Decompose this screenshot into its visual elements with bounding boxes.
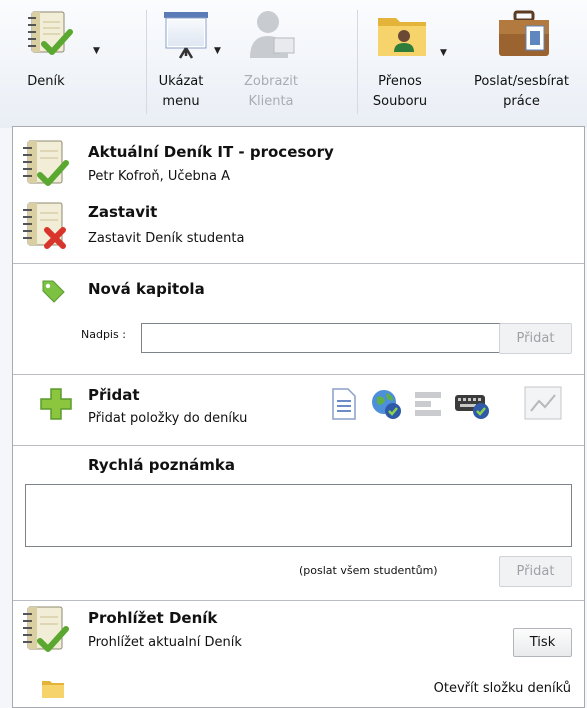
file-transfer-label-1: Přenos: [378, 74, 422, 89]
show-client-label-1: Zobrazit: [244, 74, 298, 89]
quick-note-textarea[interactable]: [25, 484, 572, 547]
add-items-section: Přidat Přidat položky do deníku: [13, 375, 584, 443]
print-button[interactable]: Tisk: [513, 628, 572, 657]
chevron-down-icon[interactable]: ▼: [214, 46, 221, 56]
add-items-title: Přidat: [88, 386, 140, 404]
chevron-down-icon[interactable]: ▼: [93, 46, 100, 56]
add-plus-icon[interactable]: [39, 387, 73, 421]
new-chapter-title: Nová kapitola: [88, 280, 205, 298]
chapter-heading-input[interactable]: [141, 323, 502, 353]
show-client-ribbon-button[interactable]: Zobrazit Klienta: [230, 6, 310, 124]
show-menu-ribbon-button[interactable]: ▼ Ukázat menu: [150, 6, 226, 124]
globe-check-icon[interactable]: [369, 387, 403, 421]
show-menu-label-2: menu: [162, 94, 200, 109]
new-chapter-section: Nová kapitola Nadpis : Přidat: [13, 264, 584, 374]
stop-journal-item[interactable]: Zastavit Zastavit Deník studenta: [13, 197, 584, 259]
projector-screen-icon: [164, 12, 208, 59]
file-transfer-ribbon-button[interactable]: ▼ Přenos Souboru: [362, 6, 454, 124]
show-client-label-2: Klienta: [248, 94, 294, 109]
browse-journal-title: Prohlížet Deník: [88, 609, 218, 627]
current-journal-subtitle: Petr Kofroň, Učebna A: [88, 169, 231, 184]
journal-check-icon: [23, 606, 69, 652]
browse-journal-item[interactable]: Prohlížet Deník Prohlížet aktualní Deník…: [13, 601, 584, 675]
quick-note-section: Rychlá poznámka (poslat všem studentům) …: [13, 446, 584, 606]
ribbon-toolbar: ▼ Deník ▼ Ukázat menu Zobrazit Klienta ▼…: [0, 0, 587, 128]
briefcase-document-icon: [499, 10, 549, 56]
add-note-button[interactable]: Přidat: [499, 556, 572, 587]
send-collect-work-ribbon-button[interactable]: Poslat/sesbírat práce: [456, 6, 587, 124]
add-chapter-button[interactable]: Přidat: [499, 323, 572, 354]
current-journal-item[interactable]: Aktuální Deník IT - procesory Petr Kofro…: [13, 135, 584, 195]
browse-journal-subtitle: Prohlížet aktualní Deník: [88, 635, 242, 650]
tag-icon: [42, 280, 65, 303]
chevron-down-icon[interactable]: ▼: [440, 48, 447, 58]
journal-check-icon: [23, 140, 69, 186]
journal-check-icon: [28, 11, 73, 55]
show-menu-label-1: Ukázat: [158, 74, 204, 89]
denik-label: Deník: [27, 74, 65, 89]
list-icon[interactable]: [413, 389, 443, 419]
denik-ribbon-button[interactable]: ▼ Deník: [14, 6, 110, 121]
folder-user-icon: [378, 18, 426, 56]
add-items-subtitle: Přidat položky do deníku: [88, 411, 248, 426]
journal-stop-icon: [23, 202, 66, 249]
current-journal-title: Aktuální Deník IT - procesory: [88, 143, 334, 161]
quick-note-hint: (poslat všem studentům): [299, 564, 438, 577]
user-monitor-icon: [250, 11, 295, 58]
quick-note-title: Rychlá poznámka: [88, 456, 236, 474]
keyboard-check-icon[interactable]: [453, 389, 491, 421]
file-transfer-label-2: Souboru: [372, 94, 428, 109]
send-collect-label-2: práce: [503, 94, 540, 109]
document-icon[interactable]: [331, 387, 357, 421]
stop-subtitle: Zastavit Deník studenta: [88, 231, 245, 246]
chapter-heading-label: Nadpis :: [81, 328, 126, 341]
stop-title: Zastavit: [88, 203, 158, 221]
open-journals-folder-item[interactable]: Otevřít složku deníků: [13, 675, 584, 707]
ribbon-separator: [357, 10, 358, 114]
send-collect-label-1: Poslat/sesbírat: [474, 74, 569, 89]
open-folder-link[interactable]: Otevřít složku deníků: [434, 681, 571, 696]
folder-icon: [42, 681, 64, 698]
ribbon-separator: [146, 10, 147, 114]
journal-dropdown-panel: Aktuální Deník IT - procesory Petr Kofro…: [12, 126, 585, 708]
chart-icon[interactable]: [523, 385, 563, 421]
